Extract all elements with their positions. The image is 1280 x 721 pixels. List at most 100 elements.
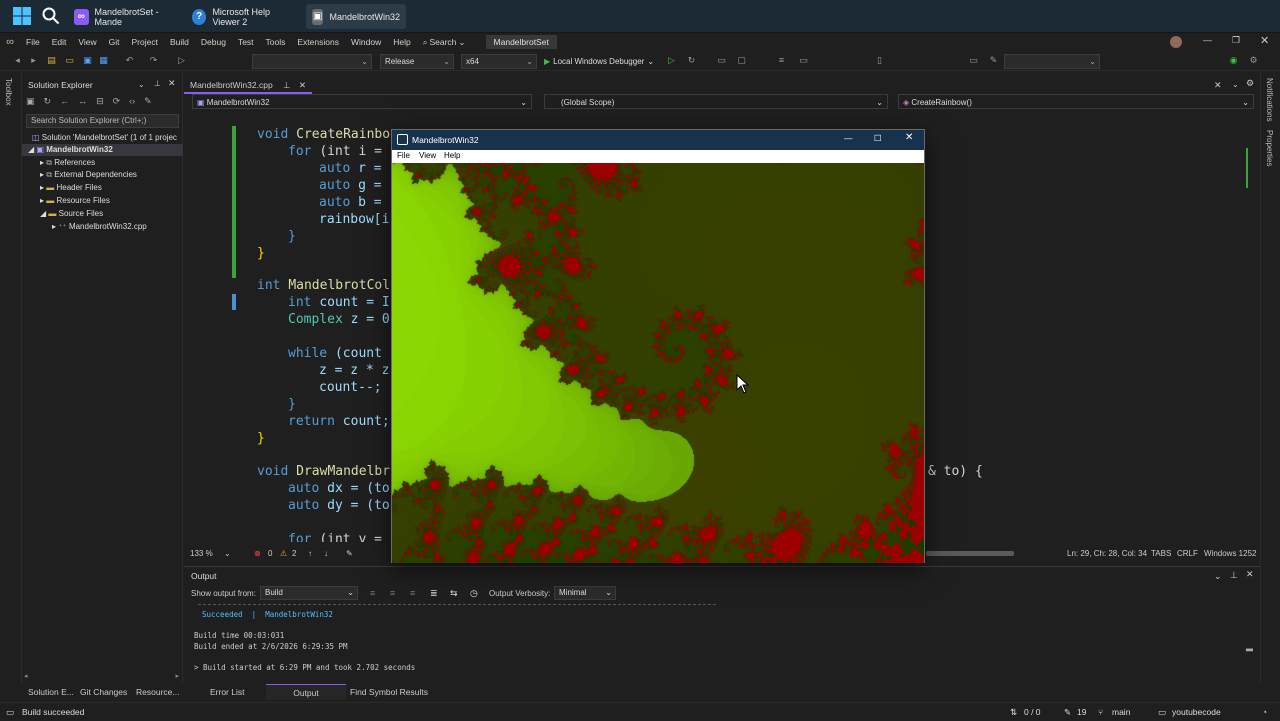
configuration-combo[interactable]: Release ⌄	[380, 54, 454, 69]
tab-resource-view[interactable]: Resource...	[130, 684, 185, 700]
live-share-icon[interactable]: ✎	[988, 55, 999, 66]
format-icon[interactable]: ≡	[776, 55, 787, 66]
taskbar-item-visual-studio[interactable]: ∞ MandelbrotSet - Mande	[68, 4, 186, 29]
menu-tools[interactable]: Tools	[260, 37, 292, 47]
bookmark-icon[interactable]: ▯	[874, 55, 885, 66]
tree-item-references[interactable]: ▸ ⧉ References	[22, 157, 183, 169]
arrow-down-icon[interactable]: ↓	[324, 546, 328, 562]
tab-git-changes[interactable]: Git Changes	[74, 684, 133, 700]
chevron-down-icon[interactable]: ⌄	[138, 80, 145, 89]
menu-edit[interactable]: Edit	[46, 37, 73, 47]
avatar[interactable]	[1170, 36, 1182, 48]
tab-error-list[interactable]: Error List	[204, 684, 250, 700]
tree-item-resource-files[interactable]: ▸ ▬ Resource Files	[22, 195, 183, 207]
folder-icon[interactable]: ▭	[716, 55, 727, 66]
horizontal-scrollbar[interactable]: ◂ ▸	[24, 672, 179, 680]
error-count[interactable]: 0	[268, 546, 272, 562]
toolbox-label[interactable]: Toolbox	[4, 78, 13, 106]
notifications-tab[interactable]: Notifications	[1265, 78, 1274, 122]
word-wrap-icon[interactable]: ⇆	[450, 588, 458, 599]
navigate-back-icon[interactable]: ◂	[12, 55, 23, 66]
new-project-icon[interactable]: ▤	[46, 55, 57, 66]
search-icon[interactable]	[42, 7, 60, 25]
menu-window[interactable]: Window	[345, 37, 387, 47]
prev-message-icon[interactable]: ≡	[390, 588, 395, 598]
maximize-icon[interactable]: ☐	[874, 133, 882, 144]
menu-debug[interactable]: Debug	[195, 37, 232, 47]
file-encoding[interactable]: Windows 1252	[1204, 546, 1256, 562]
chevron-down-icon[interactable]: ⌄	[224, 546, 231, 562]
commit-count[interactable]: 19	[1077, 703, 1086, 721]
restore-icon[interactable]: ❐	[1232, 35, 1240, 46]
save-icon[interactable]: ▣	[82, 55, 93, 66]
app-menu-help[interactable]: Help	[444, 151, 460, 160]
indent-mode[interactable]: TABS	[1151, 546, 1171, 562]
menu-git[interactable]: Git	[103, 37, 126, 47]
tree-item-project[interactable]: ◢ ▣ MandelbrotWin32	[22, 144, 183, 156]
solution-search-input[interactable]: Search Solution Explorer (Ctrl+;)	[26, 114, 179, 128]
tree-item-solution[interactable]: ◫ Solution 'MandelbrotSet' (1 of 1 proje…	[22, 132, 183, 144]
open-file-icon[interactable]: ▭	[64, 55, 75, 66]
save-all-icon[interactable]: ▦	[98, 55, 109, 66]
collapse-icon[interactable]: ⊟	[96, 96, 104, 108]
app-title-bar[interactable]: MandelbrotWin32 — ☐ ✕	[392, 130, 924, 150]
close-icon[interactable]: ✕	[1260, 34, 1269, 47]
chevron-down-icon[interactable]: ⌄	[1232, 80, 1239, 89]
start-debugging-button[interactable]: ▶ Local Windows Debugger ⌄	[544, 55, 654, 68]
pin-icon[interactable]: ⊥	[283, 80, 290, 90]
output-verbosity-select[interactable]: Minimal ⌄	[554, 586, 616, 600]
close-icon[interactable]: ✕	[299, 80, 306, 90]
solution-config-combo[interactable]: ⌄	[252, 54, 372, 69]
repository-name[interactable]: youtubecode	[1172, 703, 1221, 721]
member-nav-combo[interactable]: ◈ CreateRainbow() ⌄	[898, 94, 1254, 109]
scope-nav-combo[interactable]: (Global Scope) ⌄	[544, 94, 888, 109]
comment-icon[interactable]: ▭	[798, 55, 809, 66]
menu-view[interactable]: View	[72, 37, 102, 47]
sync-icon[interactable]: ▣	[26, 96, 35, 108]
tab-solution-explorer[interactable]: Solution E...	[22, 684, 80, 700]
tree-item-cpp-file[interactable]: ▸ ⁺⁺ MandelbrotWin32.cpp	[22, 221, 183, 233]
tab-output[interactable]: Output	[266, 684, 346, 700]
chevron-down-icon[interactable]: ⌄	[1214, 571, 1222, 582]
clear-all-icon[interactable]: ≣	[430, 588, 438, 599]
platform-combo[interactable]: x64 ⌄	[461, 54, 537, 69]
app-menu-view[interactable]: View	[419, 151, 436, 160]
code-icon[interactable]: ‹›	[129, 96, 135, 108]
settings-gear-icon[interactable]: ⚙	[1248, 55, 1259, 66]
menu-extensions[interactable]: Extensions	[291, 37, 345, 47]
taskbar-item-help-viewer[interactable]: ? Microsoft Help Viewer 2	[186, 4, 304, 29]
clock-icon[interactable]: ◷	[470, 588, 478, 599]
line-ending[interactable]: CRLF	[1177, 546, 1198, 562]
brush-icon[interactable]: ✎	[346, 546, 353, 562]
history-icon[interactable]: ↻	[44, 96, 52, 108]
minimize-icon[interactable]: —	[844, 133, 853, 143]
forward-icon[interactable]: ↔	[78, 96, 87, 108]
scroll-thumb-icon[interactable]: ▂	[1246, 641, 1253, 652]
pin-icon[interactable]: ⊥	[1230, 570, 1238, 581]
close-icon[interactable]: ✕	[1246, 569, 1254, 580]
find-message-icon[interactable]: ≡	[370, 588, 375, 598]
horizontal-scrollbar-thumb[interactable]	[926, 551, 1014, 556]
next-message-icon[interactable]: ≡	[410, 588, 415, 598]
settings-gear-icon[interactable]: ⚙	[1246, 78, 1254, 89]
menu-search[interactable]: ⌕ Search ⌄	[417, 37, 472, 48]
cursor-position[interactable]: Ln: 29, Ch: 28, Col: 34	[1067, 546, 1147, 562]
find-combo[interactable]: ⌄	[1004, 54, 1100, 69]
warning-count[interactable]: 2	[292, 546, 296, 562]
branch-name[interactable]: main	[1112, 703, 1130, 721]
menu-help[interactable]: Help	[387, 37, 416, 47]
windows-start-icon[interactable]	[13, 7, 31, 25]
tab-mandelbrotwin32-cpp[interactable]: MandelbrotWin32.cpp ⊥ ✕	[184, 76, 312, 94]
hot-reload-icon[interactable]: ↻	[686, 55, 697, 66]
close-icon[interactable]: ✕	[168, 78, 176, 89]
arrow-up-icon[interactable]: ↑	[308, 546, 312, 562]
chat-icon[interactable]: ▭	[968, 55, 979, 66]
toolbox-strip[interactable]: Toolbox	[0, 72, 22, 684]
tree-item-header-files[interactable]: ▸ ▬ Header Files	[22, 182, 183, 194]
run-icon[interactable]: ▷	[666, 55, 677, 66]
menu-project[interactable]: Project	[126, 37, 164, 47]
menu-test[interactable]: Test	[232, 37, 260, 47]
minimize-icon[interactable]: —	[1203, 35, 1212, 45]
taskbar-item-mandelbrot[interactable]: ▣ MandelbrotWin32	[306, 4, 406, 29]
start-without-debug-icon[interactable]: ▷	[176, 55, 187, 66]
